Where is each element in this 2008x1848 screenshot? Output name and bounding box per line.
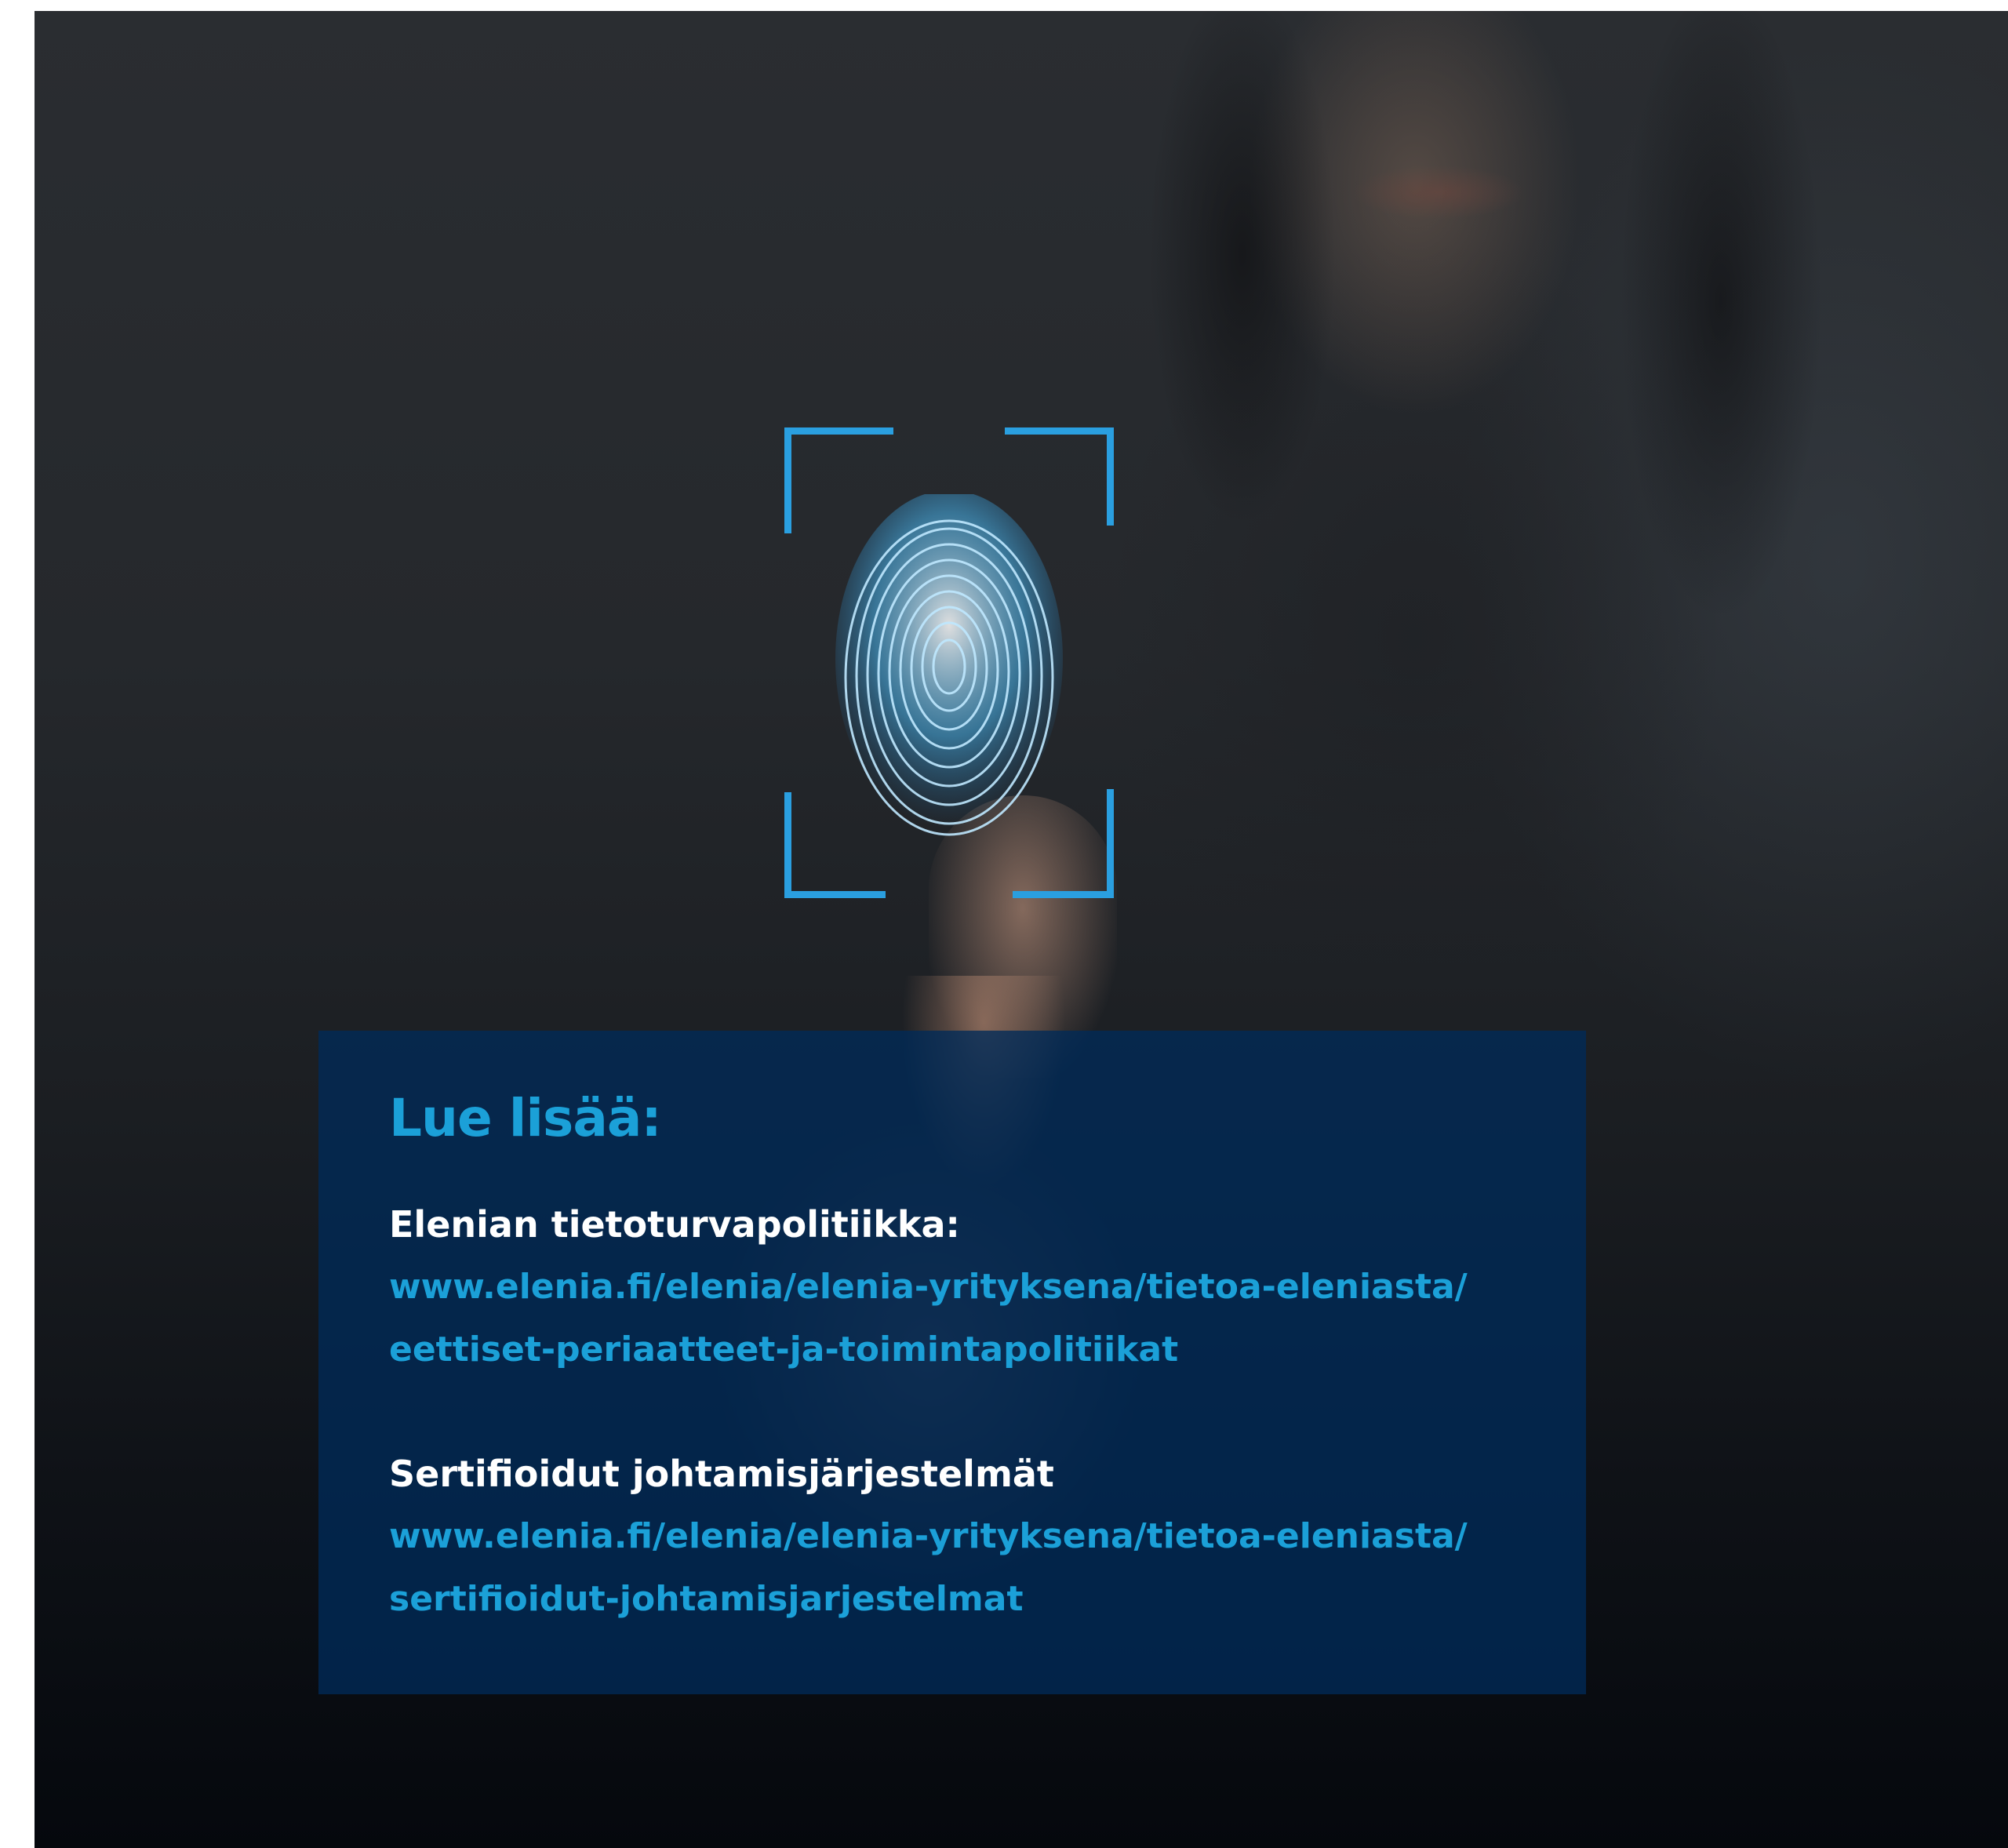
- security-policy-link-line-1[interactable]: www.elenia.fi/elenia/elenia-yrityksena/t…: [389, 1256, 1515, 1319]
- certified-systems-link-line-1[interactable]: www.elenia.fi/elenia/elenia-yrityksena/t…: [389, 1505, 1515, 1568]
- section-security-policy: Elenian tietoturvapolitiikka: www.elenia…: [389, 1193, 1515, 1381]
- section-certified-systems: Sertifioidut johtamisjärjestelmät www.el…: [389, 1442, 1515, 1631]
- security-policy-link-line-2[interactable]: eettiset-periaatteet-ja-toimintapolitiik…: [389, 1319, 1515, 1381]
- certified-systems-link-line-2[interactable]: sertifioidut-johtamisjarjestelmat: [389, 1568, 1515, 1631]
- page: Lue lisää: Elenian tietoturvapolitiikka:…: [0, 0, 2008, 1848]
- info-box: Lue lisää: Elenian tietoturvapolitiikka:…: [318, 1031, 1586, 1694]
- face-lips: [1352, 165, 1525, 220]
- fingerprint-icon: [835, 494, 1063, 836]
- section-title: Sertifioidut johtamisjärjestelmät: [389, 1453, 1054, 1496]
- info-heading: Lue lisää:: [389, 1088, 662, 1148]
- section-title: Elenian tietoturvapolitiikka:: [389, 1203, 960, 1246]
- hair-shadow-left: [1148, 11, 1337, 529]
- hair-shadow-right: [1619, 11, 1823, 623]
